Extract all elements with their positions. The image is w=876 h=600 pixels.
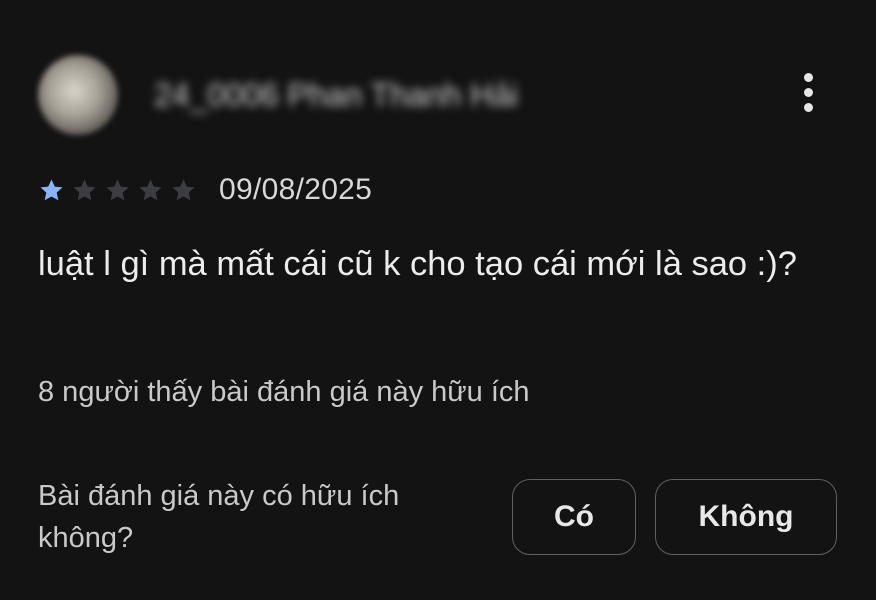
star-filled-icon: [38, 177, 65, 204]
more-vert-icon-dot: [803, 87, 813, 97]
star-rating: [38, 177, 203, 204]
reviewer-name: 24_0006 Phan Thanh Hải: [154, 76, 519, 113]
star-empty-icon: [71, 177, 98, 204]
yes-button[interactable]: Có: [512, 479, 636, 555]
review-text: luật l gì mà mất cái cũ k cho tạo cái mớ…: [38, 245, 797, 283]
avatar: [38, 55, 118, 135]
no-button[interactable]: Không: [655, 479, 837, 555]
more-options-button[interactable]: [786, 62, 830, 122]
review-card: 24_0006 Phan Thanh Hải 09/08/2025 luật l…: [0, 0, 876, 600]
more-vert-icon: [803, 72, 813, 82]
review-header: 24_0006 Phan Thanh Hải: [38, 50, 518, 140]
helpful-count: 8 người thấy bài đánh giá này hữu ích: [38, 376, 530, 408]
more-vert-icon-dot: [803, 102, 813, 112]
star-empty-icon: [170, 177, 197, 204]
star-empty-icon: [104, 177, 131, 204]
review-date: 09/08/2025: [219, 173, 373, 206]
helpful-question: Bài đánh giá này có hữu ích không?: [38, 480, 400, 554]
star-empty-icon: [137, 177, 164, 204]
rating-row: 09/08/2025: [38, 170, 372, 210]
